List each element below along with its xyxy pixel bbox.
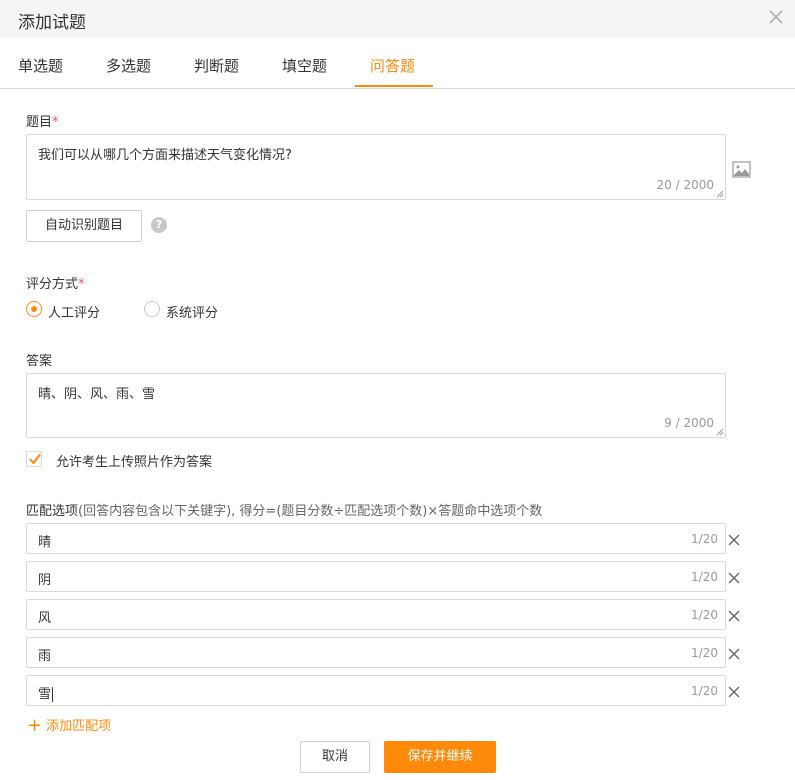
match-input-value: 晴	[38, 535, 52, 550]
insert-image-icon[interactable]	[732, 161, 751, 178]
text-caret	[52, 687, 54, 702]
tab-true-false[interactable]: 判断题	[194, 55, 239, 76]
tab-fill-blank[interactable]: 填空题	[282, 55, 327, 76]
match-options-label: 匹配选项	[26, 504, 79, 519]
resize-grip-icon[interactable]	[716, 428, 724, 436]
radio-system-scoring[interactable]	[144, 301, 160, 317]
allow-photo-label[interactable]: 允许考生上传照片作为答案	[56, 451, 212, 470]
required-mark: *	[52, 115, 59, 130]
allow-photo-checkbox[interactable]	[26, 451, 42, 467]
plus-icon: +	[27, 715, 43, 736]
question-textarea[interactable]: 我们可以从哪几个方面来描述天气变化情况? 20 / 2000	[26, 134, 726, 200]
question-type-tabs: 单选题 多选题 判断题 填空题 问答题	[0, 38, 795, 89]
answer-label: 答案	[26, 354, 53, 369]
match-input-2[interactable]: 阴 1/20	[26, 561, 726, 592]
match-input-count: 1/20	[691, 646, 718, 660]
question-label-text: 题目	[26, 115, 53, 130]
question-char-count: 20 / 2000	[656, 178, 714, 192]
match-input-count: 1/20	[691, 608, 718, 622]
match-input-5[interactable]: 雪 1/20	[26, 675, 726, 706]
question-label: 题目*	[26, 111, 59, 130]
match-input-4[interactable]: 雨 1/20	[26, 637, 726, 668]
match-input-count: 1/20	[691, 532, 718, 546]
match-input-value: 阴	[38, 573, 52, 588]
answer-textarea[interactable]: 晴、阴、风、雨、雪 9 / 2000	[26, 373, 726, 438]
active-tab-indicator	[355, 85, 433, 87]
add-match-item-button[interactable]: + 添加匹配项	[27, 714, 112, 736]
question-text: 我们可以从哪几个方面来描述天气变化情况?	[38, 148, 292, 163]
scoring-label-text: 评分方式	[26, 277, 79, 292]
close-icon[interactable]	[767, 8, 785, 26]
save-continue-button[interactable]: 保存并继续	[384, 741, 496, 773]
tab-short-answer[interactable]: 问答题	[370, 55, 415, 76]
dialog-title: 添加试题	[18, 13, 86, 33]
cancel-button[interactable]: 取消	[300, 741, 370, 773]
match-input-1[interactable]: 晴 1/20	[26, 523, 726, 554]
auto-detect-button[interactable]: 自动识别题目	[26, 210, 142, 242]
radio-manual-scoring[interactable]	[26, 301, 42, 317]
match-input-value-wrap: 雪	[38, 683, 54, 702]
remove-match-icon[interactable]	[728, 610, 740, 622]
match-input-count: 1/20	[691, 570, 718, 584]
match-input-value: 风	[38, 611, 52, 626]
radio-manual-scoring-label[interactable]: 人工评分	[48, 302, 100, 321]
remove-match-icon[interactable]	[728, 648, 740, 660]
match-options-title: 匹配选项(回答内容包含以下关键字), 得分=(题目分数÷匹配选项个数)×答题命中…	[26, 500, 542, 519]
match-options-note: (回答内容包含以下关键字), 得分=(题目分数÷匹配选项个数)×答题命中选项个数	[78, 504, 543, 519]
match-input-value: 雨	[38, 649, 52, 664]
add-match-item-label: 添加匹配项	[46, 719, 112, 734]
answer-text: 晴、阴、风、雨、雪	[38, 387, 156, 402]
remove-match-icon[interactable]	[728, 534, 740, 546]
tab-single-choice[interactable]: 单选题	[18, 55, 63, 76]
help-icon[interactable]: ?	[151, 217, 167, 233]
radio-system-scoring-label[interactable]: 系统评分	[166, 302, 218, 321]
required-mark: *	[78, 277, 85, 292]
remove-match-icon[interactable]	[728, 572, 740, 584]
match-input-count: 1/20	[691, 684, 718, 698]
match-input-value: 雪	[38, 687, 52, 702]
tab-multiple-choice[interactable]: 多选题	[106, 55, 151, 76]
resize-grip-icon[interactable]	[716, 190, 724, 198]
answer-char-count: 9 / 2000	[664, 416, 714, 430]
scoring-label: 评分方式*	[26, 273, 85, 292]
match-input-3[interactable]: 风 1/20	[26, 599, 726, 630]
remove-match-icon[interactable]	[728, 686, 740, 698]
dialog-header: 添加试题	[0, 0, 795, 38]
checkmark-icon	[29, 453, 41, 465]
